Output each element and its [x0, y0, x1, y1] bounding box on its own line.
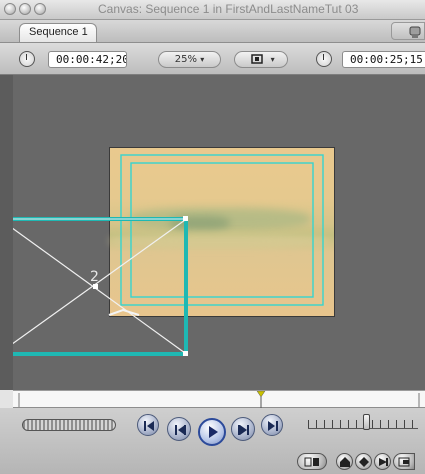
zoom-popup-button[interactable]: 25% ▾: [158, 51, 221, 68]
close-button[interactable]: [4, 3, 16, 15]
tab-bar: Sequence 1: [0, 20, 425, 43]
current-time-clock-icon: [316, 51, 332, 67]
resize-handle-top-right[interactable]: [183, 216, 188, 221]
playhead-marker[interactable]: [256, 391, 266, 398]
go-to-out-icon: [268, 421, 278, 431]
action-safe-boundary: [120, 154, 324, 306]
duration-clock-icon: [19, 51, 35, 67]
match-frame-button[interactable]: [297, 453, 327, 470]
step-back-button[interactable]: [167, 417, 191, 441]
view-frame-icon: [251, 53, 264, 64]
go-to-in-button[interactable]: [137, 414, 159, 436]
chevron-down-icon: ▾: [200, 55, 205, 64]
canvas-overlays: 2: [13, 154, 324, 356]
tab-menu-button[interactable]: [391, 22, 425, 40]
wireframe-track-number: 2: [90, 269, 99, 285]
canvas-window: Canvas: Sequence 1 in FirstAndLastNameTu…: [0, 0, 425, 474]
scrubber-bar[interactable]: [13, 390, 425, 409]
step-forward-button[interactable]: [231, 417, 255, 441]
tab-label: Sequence 1: [29, 26, 88, 38]
add-marker-button[interactable]: [336, 453, 353, 470]
zoom-button[interactable]: [34, 3, 46, 15]
duration-timecode-field[interactable]: 00:00:42;20: [48, 51, 127, 68]
add-keyframe-icon: [359, 457, 369, 467]
add-keyframe-button[interactable]: [355, 453, 372, 470]
gear-icon: [409, 26, 421, 38]
wireframe-diagonal-a: [13, 227, 186, 354]
play-icon: [209, 426, 218, 438]
chevron-down-icon: ▾: [270, 55, 275, 64]
scrubber-track: [18, 391, 420, 409]
view-popup-button[interactable]: ▾: [234, 51, 288, 68]
zoom-popup-label: 25%: [174, 54, 198, 65]
selected-clip-outline: [13, 217, 188, 356]
scrubber-left-edge: [0, 390, 13, 408]
current-timecode-field[interactable]: 00:00:25;15: [342, 51, 425, 68]
overwrite-button[interactable]: [393, 453, 415, 470]
step-forward-icon: [238, 425, 249, 435]
step-back-icon: [175, 425, 186, 435]
tab-sequence-1[interactable]: Sequence 1: [19, 23, 97, 42]
wireframe-diagonal-b: [13, 219, 186, 345]
title-safe-boundary: [130, 162, 314, 298]
play-button[interactable]: [198, 418, 226, 446]
window-title: Canvas: Sequence 1 in FirstAndLastNameTu…: [98, 2, 359, 16]
shuttle-slider[interactable]: [22, 419, 116, 431]
jog-thumb[interactable]: [363, 414, 370, 430]
resize-handle-bottom-right[interactable]: [183, 351, 188, 356]
overwrite-icon: [398, 457, 410, 467]
transport-controls: [0, 408, 425, 474]
canvas-viewer[interactable]: 2: [13, 75, 425, 390]
go-to-in-icon: [144, 421, 154, 431]
mark-in-icon: [379, 458, 388, 466]
minimize-button[interactable]: [19, 3, 31, 15]
clip-corner-marker: [108, 308, 140, 316]
title-bar: Canvas: Sequence 1 in FirstAndLastNameTu…: [0, 0, 425, 20]
mark-in-button[interactable]: [374, 453, 391, 470]
match-frame-icon: [304, 457, 319, 467]
go-to-out-button[interactable]: [261, 414, 283, 436]
viewer-left-edge: [0, 75, 13, 390]
add-marker-icon: [340, 457, 350, 467]
control-row: 00:00:42;20 25% ▾ ▾ 00:00:25;15: [0, 43, 425, 75]
